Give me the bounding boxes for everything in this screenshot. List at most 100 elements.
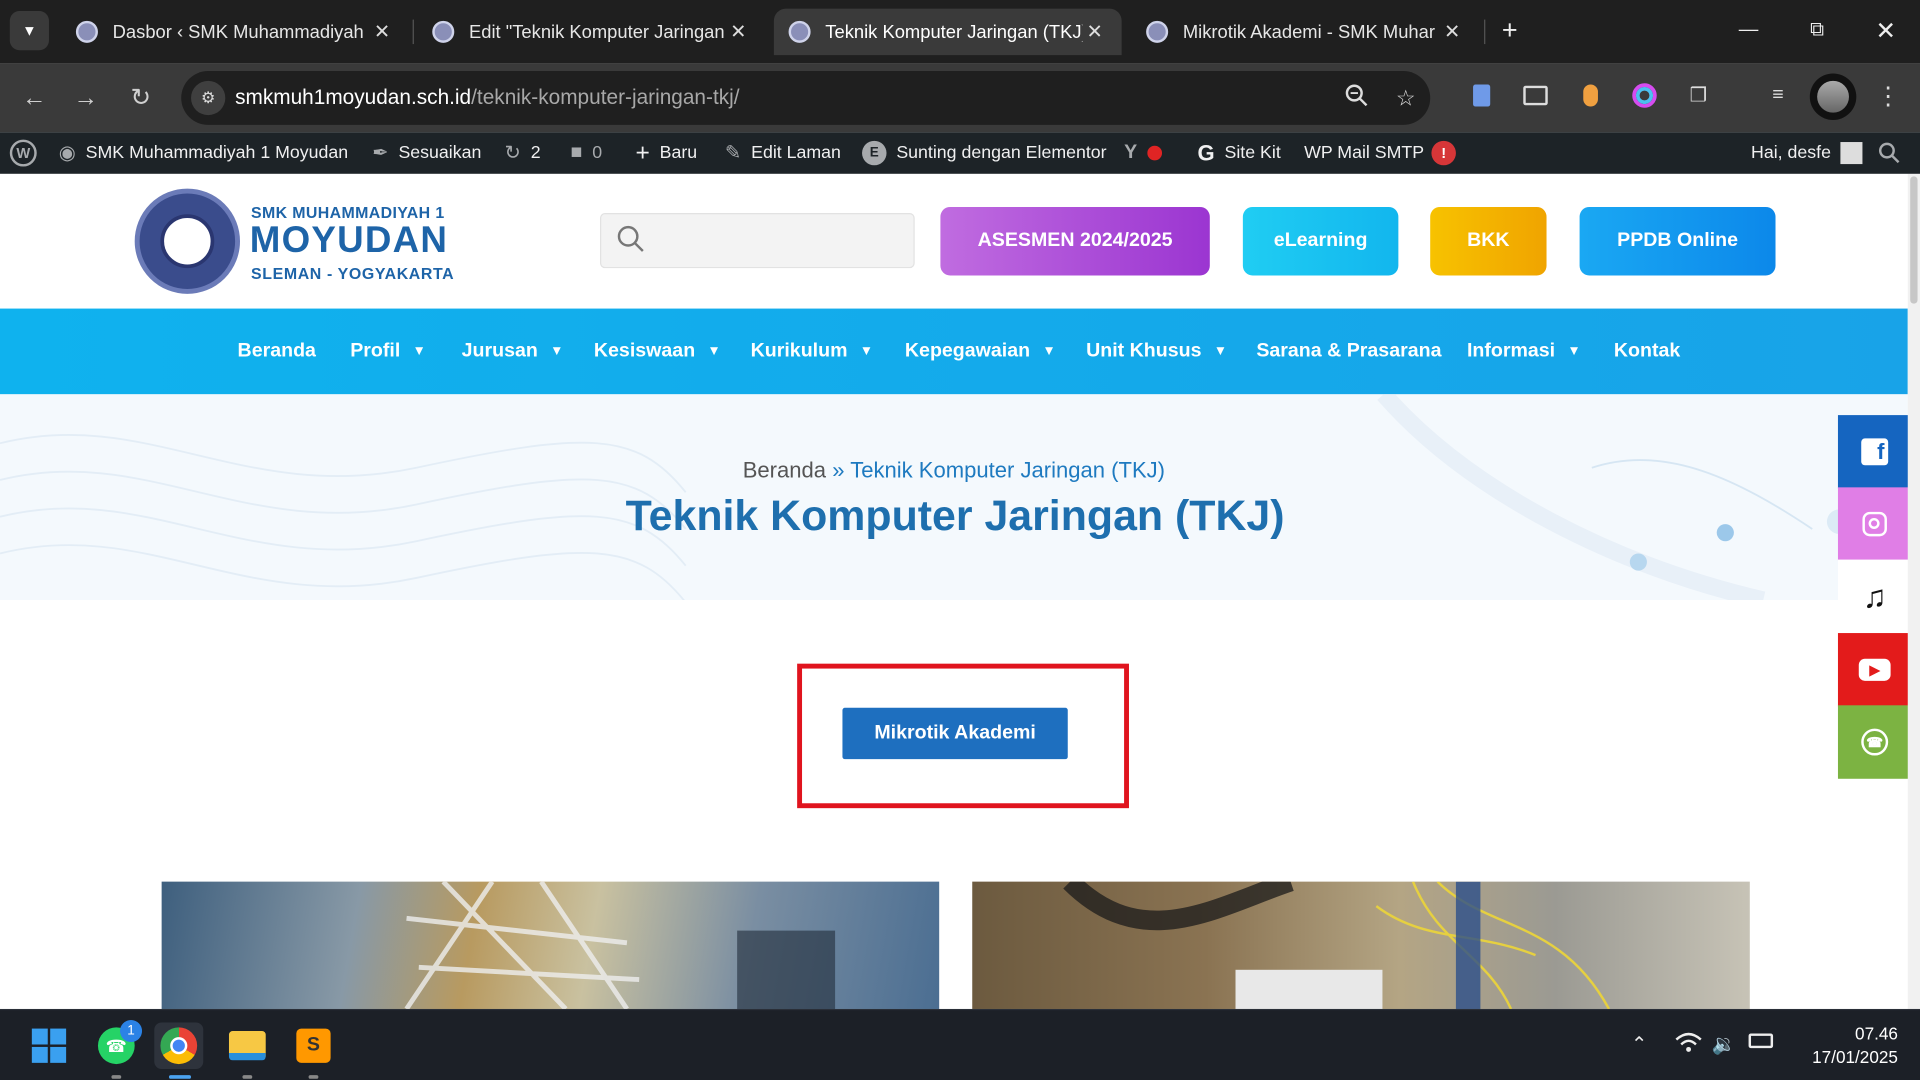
bkk-button[interactable]: BKK: [1430, 206, 1547, 276]
tab-tkj-active[interactable]: Teknik Komputer Jaringan (TKJ) ✕: [773, 8, 1122, 56]
nav-sarana[interactable]: Sarana & Prasarana: [1256, 309, 1441, 395]
close-icon[interactable]: ✕: [1082, 20, 1106, 44]
taskbar-whatsapp[interactable]: ☎ 1: [92, 1020, 143, 1079]
scrollbar-thumb[interactable]: [1910, 176, 1918, 304]
site-search-input[interactable]: [600, 213, 915, 269]
school-logo-seal[interactable]: [134, 188, 241, 294]
extension-fire-icon[interactable]: [1576, 81, 1605, 110]
logo-line1: SMK MUHAMMADIYAH 1: [251, 203, 445, 222]
address-bar[interactable]: ⚙ smkmuh1moyudan.sch.id/teknik-komputer-…: [181, 71, 1431, 125]
taskbar-chrome[interactable]: [154, 1022, 204, 1079]
new-tab-button[interactable]: +: [1494, 15, 1526, 47]
back-button[interactable]: ←: [17, 81, 51, 115]
whatsapp-link[interactable]: ☎: [1837, 705, 1912, 779]
zoom-icon[interactable]: [1342, 83, 1371, 112]
profile-avatar[interactable]: [1809, 73, 1857, 121]
instagram-link[interactable]: [1837, 487, 1912, 561]
tab-search-button[interactable]: ▼: [9, 11, 49, 51]
start-button[interactable]: [24, 1022, 73, 1069]
elearning-label: eLearning: [1273, 230, 1368, 252]
close-icon[interactable]: ✕: [370, 20, 394, 44]
wp-edit-page-label: Edit Laman: [751, 143, 841, 163]
restore-button[interactable]: ⧉: [1783, 0, 1852, 61]
taskbar-sublime-text[interactable]: S: [289, 1022, 338, 1079]
breadcrumb-home[interactable]: Beranda: [743, 458, 826, 482]
wp-customize[interactable]: ✒ Sesuaikan: [372, 132, 481, 174]
wordpress-logo[interactable]: W: [9, 132, 37, 174]
arrow-right-icon: →: [73, 84, 98, 112]
ppdb-button[interactable]: PPDB Online: [1579, 206, 1776, 276]
extension-color-icon[interactable]: [1630, 81, 1659, 110]
nav-profil[interactable]: Profil ▼: [350, 309, 426, 395]
restore-icon: ⧉: [1810, 19, 1825, 41]
tab-title: Teknik Komputer Jaringan (TKJ): [825, 21, 1083, 43]
nav-jurusan[interactable]: Jurusan ▼: [462, 309, 564, 395]
tab-title: Edit "Teknik Komputer Jaringan: [468, 21, 725, 43]
asesmen-button[interactable]: ASESMEN 2024/2025: [940, 206, 1210, 276]
sublime-text-icon: S: [296, 1028, 331, 1063]
mikrotik-akademi-button[interactable]: Mikrotik Akademi: [842, 707, 1068, 760]
wifi-icon[interactable]: [1675, 1032, 1702, 1060]
extensions-puzzle-icon[interactable]: ❒: [1684, 81, 1713, 110]
close-window-button[interactable]: ✕: [1851, 0, 1920, 61]
site-favicon-icon: [75, 20, 98, 43]
tab-dasbor[interactable]: Dasbor ‹ SMK Muhammadiyah ✕: [61, 9, 409, 56]
user-avatar: [1840, 142, 1863, 165]
battery-icon[interactable]: [1748, 1032, 1774, 1054]
wp-greeting: Hai, desfe: [1751, 143, 1831, 163]
seo-status-dot: [1146, 145, 1162, 161]
extension-docs-icon[interactable]: [1467, 81, 1496, 110]
minimize-icon: —: [1738, 19, 1759, 41]
url-text[interactable]: smkmuh1moyudan.sch.id/teknik-komputer-ja…: [235, 86, 739, 110]
more-menu-icon[interactable]: ⋮: [1873, 81, 1902, 110]
extension-window-icon[interactable]: [1521, 81, 1550, 110]
facebook-link[interactable]: f: [1837, 415, 1912, 489]
wp-site-name-label: SMK Muhammadiyah 1 Moyudan: [85, 143, 349, 163]
taskbar-clock[interactable]: 07.46 17/01/2025: [1788, 1022, 1898, 1069]
chevron-down-icon: ▼: [1042, 344, 1056, 359]
wp-elementor[interactable]: E Sunting dengan Elementor: [862, 132, 1107, 174]
forward-button[interactable]: →: [69, 81, 103, 115]
wp-new[interactable]: + Baru: [636, 132, 698, 174]
elearning-button[interactable]: eLearning: [1242, 206, 1399, 276]
nav-kurikulum[interactable]: Kurikulum ▼: [751, 309, 873, 395]
minimize-button[interactable]: —: [1714, 0, 1783, 61]
wp-updates[interactable]: ↻ 2: [504, 132, 540, 174]
nav-informasi[interactable]: Informasi ▼: [1467, 309, 1581, 395]
wp-mail-smtp[interactable]: WP Mail SMTP !: [1304, 132, 1456, 174]
volume-icon[interactable]: 🔉: [1712, 1032, 1736, 1056]
nav-label: Informasi: [1466, 340, 1556, 362]
wp-account[interactable]: Hai, desfe: [1751, 132, 1863, 174]
wp-yoast[interactable]: Y: [1124, 132, 1162, 174]
star-bookmark-icon[interactable]: ☆: [1391, 83, 1420, 112]
site-info-icon[interactable]: ⚙: [191, 80, 226, 116]
nav-kepegawaian[interactable]: Kepegawaian ▼: [905, 309, 1056, 395]
nav-unit-khusus[interactable]: Unit Khusus ▼: [1086, 309, 1227, 395]
reload-button[interactable]: ↻: [124, 81, 158, 115]
search-icon: [617, 225, 644, 252]
taskbar-file-explorer[interactable]: [223, 1022, 272, 1079]
reading-list-icon[interactable]: ≡: [1763, 81, 1792, 110]
wp-search[interactable]: [1878, 132, 1900, 174]
chevron-down-icon: ▼: [1213, 344, 1228, 359]
chevron-down-icon: ▼: [22, 22, 37, 40]
show-hidden-icons[interactable]: ⌃: [1631, 1032, 1647, 1056]
tab-mikrotik[interactable]: Mikrotik Akademi - SMK Muhar ✕: [1131, 9, 1479, 56]
close-icon[interactable]: ✕: [726, 20, 750, 44]
nav-kontak[interactable]: Kontak: [1614, 309, 1680, 395]
wp-edit-page[interactable]: ✎ Edit Laman: [725, 132, 841, 174]
chevron-down-icon: ▼: [859, 344, 874, 359]
close-icon[interactable]: ✕: [1440, 20, 1464, 44]
wp-site-name[interactable]: ◉ SMK Muhammadiyah 1 Moyudan: [59, 132, 348, 174]
chevron-down-icon: ▼: [550, 344, 564, 359]
tab-edit-tkj[interactable]: Edit "Teknik Komputer Jaringan ✕: [418, 9, 766, 56]
tiktok-link[interactable]: ♫: [1837, 559, 1912, 634]
wp-site-kit[interactable]: G Site Kit: [1198, 132, 1281, 174]
site-favicon-icon: [432, 20, 455, 43]
url-path: /teknik-komputer-jaringan-tkj/: [471, 85, 740, 109]
comment-icon: ■: [570, 142, 583, 163]
nav-beranda[interactable]: Beranda: [238, 309, 316, 395]
nav-kesiswaan[interactable]: Kesiswaan ▼: [594, 309, 721, 395]
wp-comments[interactable]: ■ 0: [571, 132, 603, 174]
youtube-link[interactable]: ▶: [1837, 633, 1912, 707]
